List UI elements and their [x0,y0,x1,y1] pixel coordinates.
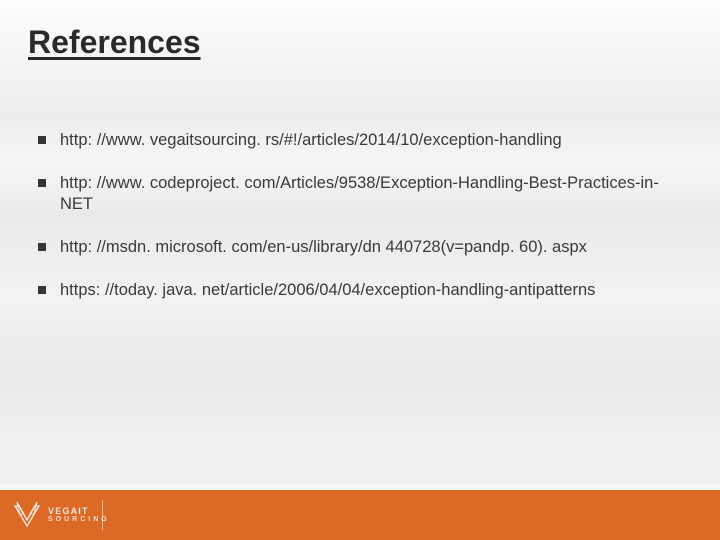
brand-name: VEGAIT [48,507,110,516]
list-item: http: //www. vegaitsourcing. rs/#!/artic… [38,130,680,151]
footer-divider [102,500,103,530]
page-title: References [28,24,201,61]
bullet-icon [38,179,46,187]
reference-text: http: //msdn. microsoft. com/en-us/libra… [60,237,587,258]
footer-bar: VEGAIT SOURCING [0,490,720,540]
brand-sub: SOURCING [48,516,110,523]
brand-text: VEGAIT SOURCING [48,507,110,524]
reference-text: http: //www. vegaitsourcing. rs/#!/artic… [60,130,562,151]
bullet-icon [38,136,46,144]
brand-logo: VEGAIT SOURCING [12,500,110,530]
list-item: http: //msdn. microsoft. com/en-us/libra… [38,237,680,258]
reference-text: https: //today. java. net/article/2006/0… [60,280,595,301]
list-item: https: //today. java. net/article/2006/0… [38,280,680,301]
reference-list: http: //www. vegaitsourcing. rs/#!/artic… [38,130,680,324]
logo-icon [12,500,42,530]
bullet-icon [38,286,46,294]
reference-text: http: //www. codeproject. com/Articles/9… [60,173,670,215]
slide: References http: //www. vegaitsourcing. … [0,0,720,540]
bullet-icon [38,243,46,251]
list-item: http: //www. codeproject. com/Articles/9… [38,173,680,215]
